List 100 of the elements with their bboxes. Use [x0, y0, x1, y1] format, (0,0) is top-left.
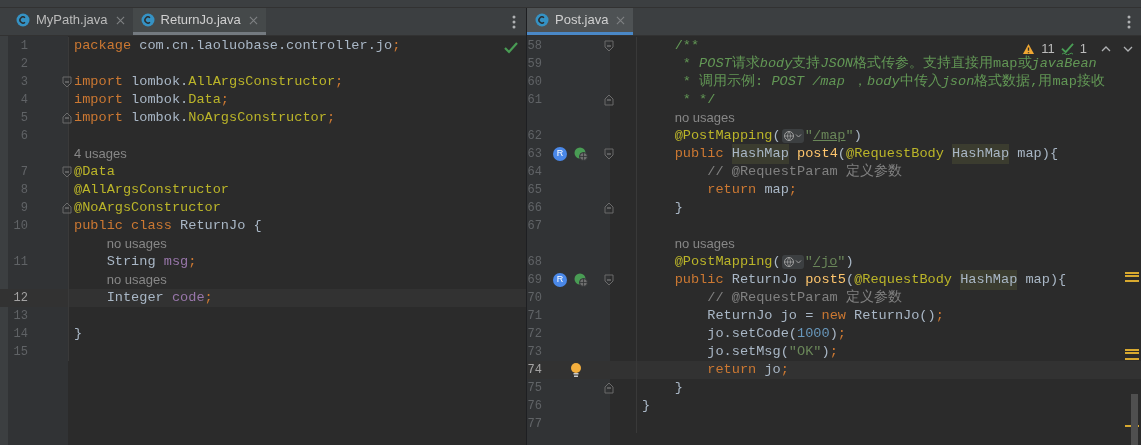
usages-hint[interactable]: no usages: [106, 234, 167, 254]
code-text: /**: [673, 36, 700, 55]
code-text: @NoArgsConstructor: [74, 198, 221, 217]
lightbulb-icon[interactable]: [570, 362, 582, 378]
code-text: @PostMapping: [673, 252, 773, 271]
globe-dropdown-icon[interactable]: [781, 129, 804, 143]
code-text: import: [74, 108, 124, 127]
usages-hint[interactable]: no usages: [674, 108, 735, 128]
code-text: String: [105, 252, 157, 271]
usages-hint[interactable]: no usages: [106, 270, 167, 290]
code-text: ): [853, 126, 862, 145]
code-text: ;: [935, 306, 944, 325]
fold-icon[interactable]: [62, 76, 72, 88]
code-text: msg: [163, 252, 189, 271]
code-text: ;: [788, 180, 798, 199]
usages-hint[interactable]: 4 usages: [74, 144, 127, 164]
code-text: lombok.: [131, 90, 189, 109]
editor-tab[interactable]: MyPath.java: [8, 8, 133, 35]
code-text: return: [706, 360, 758, 379]
code-text: import: [74, 72, 124, 91]
close-icon[interactable]: [115, 15, 125, 25]
check-icon: [504, 42, 518, 54]
code-text: ": [837, 252, 846, 271]
editor-tab[interactable]: ReturnJo.java: [132, 8, 266, 35]
code-text: ): [829, 324, 838, 343]
code-text: @AllArgsConstructor: [74, 180, 229, 199]
code-text: ReturnJo {: [180, 216, 262, 235]
close-icon[interactable]: [616, 15, 626, 25]
fold-icon[interactable]: [62, 112, 72, 124]
code-text: code: [171, 288, 205, 307]
code-text: post5: [804, 270, 846, 289]
previous-icon[interactable]: [1101, 46, 1111, 52]
code-text: 格式传参。支持直接用map或: [853, 54, 1032, 73]
usages-hint[interactable]: no usages: [674, 234, 735, 254]
code-text: public class: [74, 216, 173, 235]
code-text: // @RequestParam 定义参数: [706, 162, 902, 181]
class-file-icon: [140, 13, 155, 27]
next-icon[interactable]: [1123, 46, 1133, 52]
code-text: 支持: [792, 54, 821, 73]
fold-icon[interactable]: [604, 40, 614, 52]
code-text: ;: [204, 288, 213, 307]
code-text: 格式数据,用map接收: [974, 72, 1105, 91]
code-text: (: [772, 126, 781, 145]
code-text: ;: [335, 72, 344, 91]
rest-endpoint-badge[interactable]: R: [553, 273, 567, 287]
code-text: body: [759, 54, 793, 73]
close-icon[interactable]: [248, 15, 258, 25]
code-text: @RequestBody: [854, 270, 954, 289]
globe-icon[interactable]: [574, 273, 588, 287]
rest-endpoint-badge[interactable]: R: [553, 147, 567, 161]
code-text: 1000: [797, 324, 830, 343]
code-text: map: [764, 180, 789, 199]
code-text: ;: [326, 108, 336, 127]
globe-icon[interactable]: [574, 147, 588, 161]
code-text: lombok.: [131, 72, 189, 91]
code-editor[interactable]: [0, 36, 526, 445]
code-text: (: [772, 252, 781, 271]
code-text: @PostMapping: [673, 126, 773, 145]
code-text: public: [673, 144, 725, 163]
code-text: ;: [780, 360, 789, 379]
code-text: (: [845, 270, 855, 289]
fold-icon[interactable]: [604, 148, 614, 160]
class-file-icon: [16, 13, 30, 27]
code-text: NoArgsConstructor: [188, 108, 327, 127]
globe-dropdown-icon[interactable]: [781, 255, 804, 269]
code-text: ": [804, 252, 813, 271]
code-text: public: [673, 270, 725, 289]
code-text: ReturnJo: [731, 270, 797, 289]
code-text: jo: [764, 360, 781, 379]
code-text: ": [804, 126, 813, 145]
code-text: @Data: [74, 162, 115, 181]
editor-tab[interactable]: Post.java: [527, 8, 634, 35]
code-text: ReturnJo(): [854, 306, 936, 325]
code-text: }: [673, 378, 683, 397]
fold-icon[interactable]: [604, 382, 614, 394]
fold-icon[interactable]: [62, 202, 72, 214]
code-text: }: [673, 198, 683, 217]
code-text: return: [706, 180, 758, 199]
fold-icon[interactable]: [604, 274, 614, 286]
code-text: HashMap: [960, 269, 1018, 291]
code-text: HashMap: [731, 143, 789, 165]
code-text: json: [941, 72, 975, 91]
warning-icon[interactable]: [1022, 43, 1036, 55]
typo-icon[interactable]: [1060, 43, 1074, 55]
fold-icon[interactable]: [62, 166, 72, 178]
code-text: import: [74, 90, 124, 109]
fold-icon[interactable]: [604, 202, 614, 214]
code-text: }: [74, 324, 83, 343]
scrollbar-thumb[interactable]: [1131, 394, 1138, 445]
code-text: 请求: [731, 54, 760, 73]
more-icon[interactable]: [1127, 14, 1131, 29]
more-icon[interactable]: [512, 14, 516, 29]
code-text: com.cn.laoluobase.controller.jo: [139, 36, 393, 55]
code-text: AllArgsConstructor: [188, 72, 336, 91]
code-editor[interactable]: [527, 36, 1141, 445]
class-file-icon: [535, 13, 549, 27]
code-text: ReturnJo jo =: [706, 306, 815, 325]
code-text: post4: [796, 144, 838, 163]
code-text: /jo: [812, 252, 838, 271]
fold-icon[interactable]: [604, 94, 614, 106]
